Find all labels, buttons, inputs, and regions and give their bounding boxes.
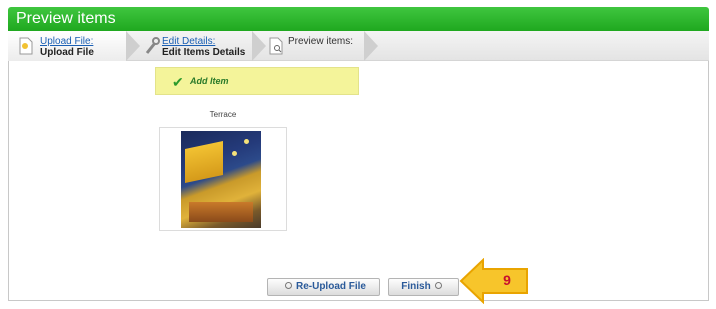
reupload-file-label: Re-Upload File: [295, 281, 366, 292]
step-upload-link[interactable]: Upload File:: [40, 36, 93, 47]
step-edit-details-link[interactable]: Edit Details:: [162, 36, 215, 47]
window-title: Preview items: [8, 7, 709, 31]
checkmark-icon: ✔: [172, 74, 184, 90]
add-item-label: Add Item: [190, 76, 229, 86]
document-icon: [19, 37, 33, 55]
step-upload-label: Upload File: [40, 47, 94, 58]
step-separator: [364, 31, 378, 61]
callout-number: 9: [503, 272, 511, 288]
step-edit-details-label: Edit Items Details: [162, 47, 246, 58]
magnifier-document-icon: [269, 37, 283, 55]
item-title: Terrace: [209, 110, 237, 119]
step-preview-items: Preview items:: [260, 31, 378, 61]
item-thumbnail-image[interactable]: [181, 131, 261, 228]
step-upload[interactable]: Upload File: Upload File: [8, 31, 140, 61]
finish-label: Finish: [401, 281, 431, 292]
thumbnail-detail: [185, 140, 223, 184]
reupload-file-button[interactable]: Re-Upload File: [267, 278, 380, 296]
step-edit-details[interactable]: Edit Details: Edit Items Details: [136, 31, 266, 61]
wrench-icon: [145, 37, 160, 54]
wizard-steps: Upload File: Upload File Edit Details: E…: [8, 31, 709, 61]
thumbnail-detail: [189, 202, 253, 222]
thumbnail-detail: [244, 139, 249, 144]
radio-dot-icon: [434, 281, 442, 289]
thumbnail-detail: [232, 151, 237, 156]
item-thumbnail-card[interactable]: [159, 127, 287, 231]
finish-button[interactable]: Finish: [388, 278, 459, 296]
radio-dot-icon: [284, 281, 292, 289]
step-preview-items-label: Preview items:: [288, 36, 354, 47]
add-item-button[interactable]: ✔ Add Item: [155, 67, 359, 95]
